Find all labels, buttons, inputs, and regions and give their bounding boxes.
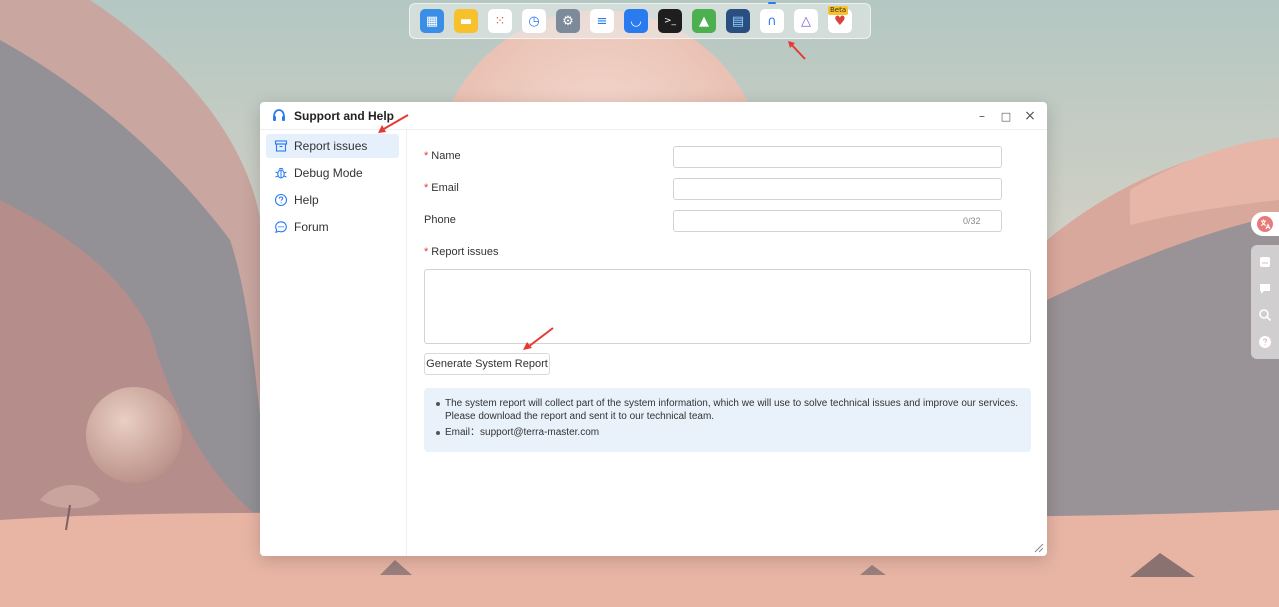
storage-manager-icon[interactable]: ≡	[590, 9, 614, 33]
language-button[interactable]	[1251, 212, 1279, 236]
help-icon	[1259, 335, 1271, 348]
phone-char-counter: 0/32	[963, 216, 981, 226]
info-line-email: Email：support@terra-master.com	[436, 426, 1021, 439]
sidebar-item-label: Debug Mode	[294, 166, 363, 180]
phone-field[interactable]	[673, 210, 1002, 232]
dock: ▦ ▬ ⁙ ◷ ⚙ ≡ ◡ >_ ▲ ▤ ∩ △ ♥ Beta	[409, 2, 871, 39]
report-issues-textarea[interactable]	[424, 269, 1031, 344]
window-controls: – □ ×	[973, 108, 1039, 124]
name-label-text: Name	[431, 150, 461, 162]
email-label-text: Email	[431, 182, 459, 194]
security-advisor-icon[interactable]: ▲	[692, 9, 716, 33]
settings-icon[interactable]: ⚙	[556, 9, 580, 33]
terminal-icon[interactable]: >_	[658, 9, 682, 33]
resize-grip-icon[interactable]	[1034, 543, 1044, 553]
name-label: * Name	[424, 150, 461, 162]
sidebar-item-label: Forum	[294, 220, 329, 234]
email-label: * Email	[424, 182, 459, 194]
required-mark: *	[424, 246, 429, 258]
message-icon	[1260, 283, 1270, 294]
docker-icon[interactable]: ▤	[726, 9, 750, 33]
info-line-report: The system report will collect part of t…	[436, 397, 1021, 423]
search-tool[interactable]	[1257, 307, 1273, 323]
messages-tool[interactable]	[1257, 281, 1273, 297]
notes-tool[interactable]	[1257, 254, 1273, 270]
support-help-window: Support and Help – □ × Report issues Deb…	[260, 102, 1047, 556]
search-icon	[1259, 309, 1272, 322]
sidebar-item-report-issues[interactable]: Report issues	[266, 134, 399, 158]
archive-box-icon	[274, 140, 288, 152]
maximize-button[interactable]: □	[997, 108, 1015, 124]
file-manager-icon[interactable]: ▦	[420, 9, 444, 33]
floating-toolbar	[1251, 245, 1279, 359]
info-notice: The system report will collect part of t…	[424, 388, 1031, 452]
headset-icon	[273, 108, 285, 121]
note-icon	[1260, 257, 1270, 268]
annotation-arrow-sidebar	[378, 114, 409, 133]
generate-system-report-button[interactable]: Generate System Report	[424, 353, 550, 375]
name-field[interactable]	[673, 146, 1002, 168]
notes-icon[interactable]: ▬	[454, 9, 478, 33]
question-circle-icon	[274, 193, 288, 207]
chat-bubble-icon	[275, 221, 287, 234]
minimize-button[interactable]: –	[973, 108, 991, 124]
close-button[interactable]: ×	[1021, 108, 1039, 124]
translate-icon	[1257, 216, 1273, 232]
app-grid-icon[interactable]: ⁙	[488, 9, 512, 33]
report-issues-label-text: Report issues	[431, 246, 499, 258]
sidebar-item-debug-mode[interactable]: Debug Mode	[266, 161, 399, 185]
sidebar-item-help[interactable]: Help	[266, 188, 399, 212]
report-issues-label: * Report issues	[424, 246, 499, 258]
sidebar: Report issues Debug Mode Help Forum	[260, 130, 407, 556]
annotation-arrow-dock	[788, 41, 806, 60]
required-mark: *	[424, 182, 429, 194]
sidebar-item-forum[interactable]: Forum	[266, 215, 399, 239]
sidebar-item-label: Help	[294, 193, 319, 207]
phone-label: Phone	[424, 214, 456, 226]
sidebar-item-label: Report issues	[294, 139, 368, 153]
beta-app-icon[interactable]: ♥ Beta	[828, 6, 852, 33]
annotation-arrow-generate	[523, 327, 554, 350]
app-center-icon[interactable]: ◡	[624, 9, 648, 33]
bug-icon	[275, 167, 287, 179]
support-help-icon[interactable]: ∩	[760, 2, 784, 33]
report-issues-form: * Name * Email Phone 0/32 * Report issues G…	[408, 130, 1047, 556]
beta-badge: Beta	[828, 6, 849, 15]
required-mark: *	[424, 150, 429, 162]
time-machine-icon[interactable]: ◷	[522, 9, 546, 33]
jellyfin-icon[interactable]: △	[794, 9, 818, 33]
help-tool[interactable]	[1257, 334, 1273, 350]
email-field[interactable]	[673, 178, 1002, 200]
